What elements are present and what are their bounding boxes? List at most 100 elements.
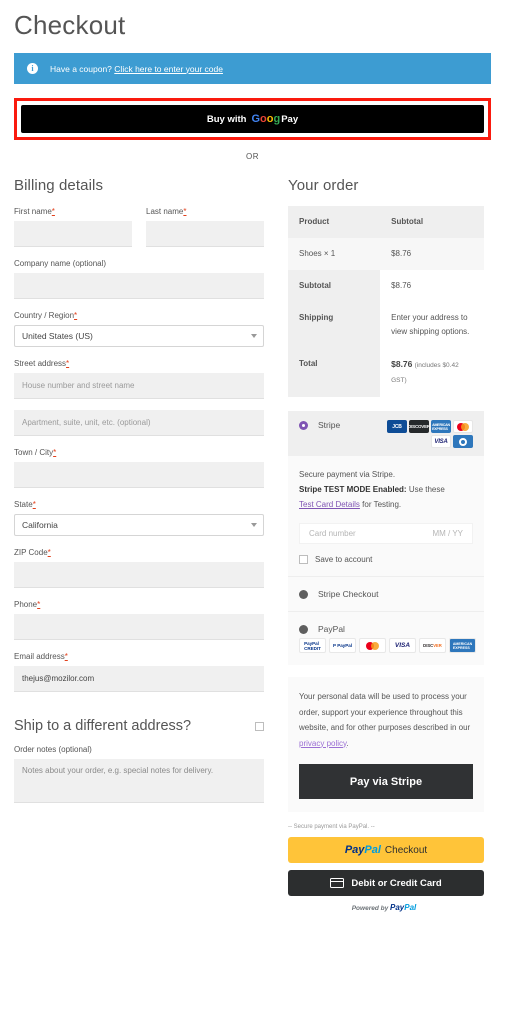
state-select[interactable]: California [14, 514, 264, 536]
buy-with-gpay-button[interactable]: Buy with Goog Pay [21, 105, 484, 133]
shipping-label: Shipping [288, 302, 381, 348]
amex-icon: AMERICAN EXPRESS [431, 420, 451, 433]
table-row: Total $8.76 (includes $0.42 GST) [288, 348, 484, 397]
subtotal-label: Subtotal [288, 270, 381, 302]
subtotal-value: $8.76 [380, 270, 484, 302]
paypal-wordmark: PayPal [344, 844, 381, 856]
coupon-question: Have a coupon? [50, 63, 112, 74]
payment-option-paypal[interactable]: PayPal [288, 611, 484, 638]
country-region-select[interactable]: United States (US) [14, 325, 264, 347]
table-row: Subtotal $8.76 [288, 270, 484, 302]
card-number-placeholder: Card number [309, 529, 356, 538]
field-last-name: Last name* [146, 206, 264, 247]
privacy-text-after: . [346, 738, 349, 748]
powered-prefix: Powered by [351, 905, 389, 912]
card-number-field[interactable]: Card number MM / YY [299, 523, 473, 544]
paypal-icon: P PayPal [329, 638, 356, 653]
field-address-line-2 [14, 410, 264, 436]
total-amount: $8.76 [391, 359, 413, 369]
paypal-credit-icon: PayPal CREDIT [299, 638, 326, 653]
visa-icon: VISA [389, 638, 416, 653]
ship-different-address-label: Ship to a different address? [14, 718, 192, 734]
stripe-description: Secure payment via Stripe. Stripe TEST M… [299, 467, 473, 512]
order-summary-table: Product Subtotal Shoes × 1 $8.76 Subtota… [288, 206, 484, 397]
test-card-details-link[interactable]: Test Card Details [299, 500, 360, 509]
gpay-label: Buy with [206, 113, 247, 125]
privacy-policy-box: Your personal data will be used to proce… [288, 677, 484, 812]
required-mark: * [64, 652, 68, 661]
shipping-value: Enter your address to view shipping opti… [380, 302, 484, 348]
street-address-input[interactable] [14, 373, 264, 399]
stripe-radio[interactable] [299, 421, 308, 430]
label-order-notes: Order notes (optional) [14, 745, 92, 754]
mastercard-icon [359, 638, 386, 653]
label-first-name: First name* [14, 207, 55, 216]
accepted-cards: JCB DISCOVER AMERICAN EXPRESS VISA [368, 420, 473, 448]
total-value: $8.76 (includes $0.42 GST) [380, 348, 484, 397]
required-mark: * [32, 500, 36, 509]
save-to-account-label: Save to account [315, 555, 373, 564]
ship-different-address-checkbox[interactable] [255, 721, 264, 731]
coupon-link[interactable]: Click here to enter your code [114, 64, 223, 74]
billing-heading: Billing details [14, 177, 104, 194]
coupon-notice[interactable]: i Have a coupon? Click here to enter you… [14, 53, 491, 84]
paypal-label: PayPal [318, 624, 345, 634]
column-subtotal: Subtotal [380, 206, 484, 238]
field-email-address: Email address* [14, 651, 264, 692]
payment-methods-box: Stripe JCB DISCOVER AMERICAN EXPRESS VISA… [288, 411, 484, 665]
google-g-icon: Goog [251, 113, 281, 125]
pay-via-stripe-button[interactable]: Pay via Stripe [299, 764, 473, 799]
payment-option-stripe-checkout[interactable]: Stripe Checkout [288, 576, 484, 611]
debit-or-credit-card-button[interactable]: Debit or Credit Card [288, 870, 484, 896]
zip-code-input[interactable] [14, 562, 264, 588]
visa-icon: VISA [431, 435, 451, 448]
town-city-input[interactable] [14, 462, 264, 488]
order-notes-textarea[interactable] [14, 759, 264, 803]
paypal-accepted-cards: PayPal CREDIT P PayPal VISA DISC VER AMERI… [288, 638, 484, 665]
amex-icon: AMERICAN EXPRESS [449, 638, 476, 653]
paypal-checkout-button[interactable]: PayPal Checkout [288, 837, 484, 863]
required-mark: * [183, 207, 187, 216]
label-street-address: Street address* [14, 359, 70, 368]
required-mark: * [66, 359, 70, 368]
paypal-radio[interactable] [299, 625, 308, 634]
paypal-wordmark: PayPal [390, 903, 417, 912]
mastercard-icon [453, 420, 473, 433]
phone-input[interactable] [14, 614, 264, 640]
field-first-name: First name* [14, 206, 132, 247]
total-label: Total [288, 348, 381, 397]
label-company-name: Company name (optional) [14, 259, 107, 268]
first-name-input[interactable] [14, 221, 132, 247]
last-name-input[interactable] [146, 221, 264, 247]
stripe-checkout-label: Stripe Checkout [318, 589, 379, 599]
label-town-city: Town / City* [14, 448, 57, 457]
field-state: State* California [14, 499, 264, 536]
table-row: Shoes × 1 $8.76 [288, 238, 484, 270]
gpay-brand: Pay [281, 113, 299, 125]
save-to-account-checkbox[interactable] [299, 555, 308, 564]
order-column: Your order Product Subtotal Shoes × 1 $8… [288, 177, 484, 912]
email-address-input[interactable] [14, 666, 264, 692]
coupon-text: Have a coupon? Click here to enter your … [50, 64, 223, 74]
save-to-account-row[interactable]: Save to account [299, 555, 473, 564]
diners-club-icon [453, 435, 473, 448]
company-name-input[interactable] [14, 273, 264, 299]
product-subtotal: $8.76 [380, 238, 484, 270]
secure-payment-text: Secure payment via Stripe. [299, 470, 396, 479]
payment-option-stripe[interactable]: Stripe JCB DISCOVER AMERICAN EXPRESS VISA [288, 411, 484, 456]
field-company-name: Company name (optional) [14, 258, 264, 299]
checkout-page: Checkout i Have a coupon? Click here to … [0, 0, 505, 1024]
test-mode-text: Stripe TEST MODE Enabled: [299, 485, 407, 494]
privacy-policy-link[interactable]: privacy policy [299, 739, 346, 748]
discover-icon: DISC VER [419, 638, 446, 653]
stripe-panel: Secure payment via Stripe. Stripe TEST M… [288, 456, 484, 576]
jcb-icon: JCB [387, 420, 407, 433]
required-mark: * [51, 207, 55, 216]
discover-icon: DISCOVER [409, 420, 429, 433]
stripe-checkout-radio[interactable] [299, 590, 308, 599]
field-country-region: Country / Region* United States (US) [14, 310, 264, 347]
card-icon [330, 878, 345, 888]
for-testing-text: for Testing. [362, 500, 402, 509]
apartment-suite-input[interactable] [14, 410, 264, 436]
field-street-address: Street address* [14, 358, 264, 399]
